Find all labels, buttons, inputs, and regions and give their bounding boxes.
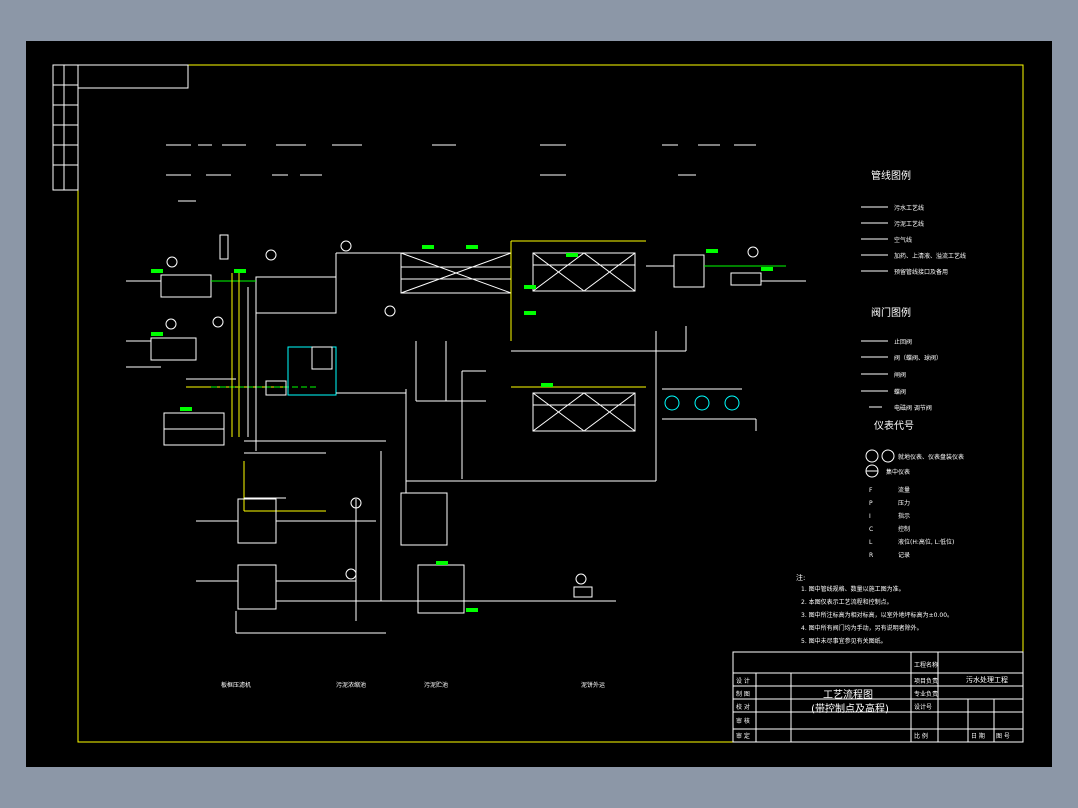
- svg-text:污泥浓缩池: 污泥浓缩池: [336, 681, 366, 689]
- binding-margin-box: [52, 64, 79, 191]
- svg-text:止回阀: 止回阀: [894, 338, 912, 346]
- svg-text:工程名称: 工程名称: [914, 661, 938, 669]
- svg-text:3. 图中所注标高为相对标高，以室外地坪标高为±0.00。: 3. 图中所注标高为相对标高，以室外地坪标高为±0.00。: [801, 611, 953, 619]
- clarifier: [673, 254, 705, 288]
- svg-text:R: R: [869, 552, 873, 559]
- svg-text:比 例: 比 例: [914, 732, 928, 740]
- drawing-title: 工艺流程图: [823, 688, 873, 701]
- svg-text:加药、上清液、溢流工艺线: 加药、上清液、溢流工艺线: [894, 252, 966, 260]
- filter-press-2: [237, 564, 277, 610]
- valve-legend-title: 阀门图例: [871, 306, 911, 319]
- tank-101: [160, 274, 212, 298]
- svg-text:F: F: [869, 487, 873, 494]
- corner-label-box: [77, 64, 189, 89]
- blower-3: [724, 395, 740, 411]
- top-equipment-labels: [166, 144, 756, 202]
- svg-text:1. 图中管线规格、数量以施工图为准。: 1. 图中管线规格、数量以施工图为准。: [801, 585, 905, 593]
- instrument-legend: 就地仪表、仪表盘装仪表 集中仪表 F 流量 P 压力 I 指示 C 控制 L 液…: [865, 449, 964, 559]
- svg-text:审 核: 审 核: [736, 717, 750, 725]
- svg-text:图 号: 图 号: [996, 733, 1010, 740]
- svg-text:电磁阀 调节阀: 电磁阀 调节阀: [894, 404, 932, 412]
- svg-text:记录: 记录: [898, 551, 910, 559]
- svg-text:日 期: 日 期: [971, 732, 985, 740]
- svg-text:空气线: 空气线: [894, 236, 912, 244]
- svg-text:制 图: 制 图: [736, 690, 750, 698]
- svg-text:板框压滤机: 板框压滤机: [221, 681, 251, 689]
- svg-text:指示: 指示: [898, 512, 910, 520]
- valve-legend: 止回阀 阀（蝶阀、球阀） 闸阀 蝶阀 电磁阀 调节阀: [861, 338, 942, 412]
- instrument-legend-title: 仪表代号: [874, 419, 914, 432]
- svg-text:就地仪表、仪表盘装仪表: 就地仪表、仪表盘装仪表: [898, 453, 964, 461]
- svg-text:设 计: 设 计: [736, 677, 750, 685]
- svg-text:闸阀: 闸阀: [894, 371, 906, 379]
- svg-text:控制: 控制: [898, 525, 910, 533]
- svg-text:泥饼外运: 泥饼外运: [581, 681, 605, 689]
- sludge-storage: [417, 564, 465, 614]
- svg-text:污水处理工程: 污水处理工程: [966, 675, 1008, 684]
- svg-text:专业负责: 专业负责: [914, 690, 938, 698]
- svg-text:4. 图中所有阀门均为手动，另有说明者除外。: 4. 图中所有阀门均为手动，另有说明者除外。: [801, 624, 923, 632]
- svg-text:污水工艺线: 污水工艺线: [894, 204, 924, 212]
- upper-bioreactor: [532, 252, 636, 292]
- svg-text:集中仪表: 集中仪表: [886, 468, 910, 476]
- svg-text:2. 本图仅表示工艺流程和控制点。: 2. 本图仅表示工艺流程和控制点。: [801, 598, 893, 606]
- svg-text:液位(H:高位, L:低位): 液位(H:高位, L:低位): [898, 538, 954, 546]
- svg-text:审 定: 审 定: [736, 732, 750, 740]
- sludge-thickener: [400, 492, 448, 546]
- svg-text:预留管线接口及备用: 预留管线接口及备用: [894, 268, 948, 276]
- effluent-tank: [730, 272, 762, 286]
- svg-text:阀（蝶阀、球阀）: 阀（蝶阀、球阀）: [894, 354, 942, 362]
- pipe-legend-title: 管线图例: [871, 169, 911, 182]
- title-block: 工程名称 污水处理工程 设 计 制 图 校 对 审 核 审 定 项目负责 专业负…: [732, 651, 1024, 743]
- regulating-tank: [255, 276, 337, 314]
- svg-text:污泥工艺线: 污泥工艺线: [894, 220, 924, 228]
- svg-text:设计号: 设计号: [914, 703, 932, 711]
- svg-text:项目负责: 项目负责: [914, 677, 938, 685]
- svg-text:P: P: [869, 500, 873, 507]
- dosing-vessel: [219, 234, 229, 260]
- blower-1: [664, 395, 680, 411]
- svg-text:C: C: [869, 526, 873, 533]
- pipe-legend: 污水工艺线 污泥工艺线 空气线 加药、上清液、溢流工艺线 预留管线接口及备用: [861, 204, 966, 276]
- svg-text:流量: 流量: [898, 486, 910, 494]
- drawing-subtitle: (带控制点及高程): [811, 702, 889, 715]
- svg-text:校 对: 校 对: [736, 703, 750, 711]
- svg-text:压力: 压力: [898, 499, 910, 507]
- blower-2: [694, 395, 710, 411]
- svg-text:L: L: [869, 539, 873, 546]
- svg-text:污泥贮池: 污泥贮池: [424, 681, 448, 689]
- svg-text:I: I: [869, 513, 871, 520]
- cad-drawing-viewport: 管线图例 污水工艺线 污泥工艺线 空气线 加药、上清液、溢流工艺线 预留管线接口…: [26, 41, 1052, 767]
- process-flow-diagram: 管线图例 污水工艺线 污泥工艺线 空气线 加药、上清液、溢流工艺线 预留管线接口…: [52, 64, 1024, 743]
- bottom-labels: 板框压滤机 污泥浓缩池 污泥贮池 泥饼外运: [221, 681, 605, 689]
- general-notes: 注: 1. 图中管线规格、数量以施工图为准。 2. 本图仅表示工艺流程和控制点。…: [796, 573, 953, 645]
- svg-text:5. 图中未尽事宜参见有关图纸。: 5. 图中未尽事宜参见有关图纸。: [801, 637, 887, 645]
- tank-102: [150, 337, 197, 361]
- lower-bioreactor: [532, 392, 636, 432]
- svg-text:蝶阀: 蝶阀: [894, 388, 906, 396]
- cake-hopper: [573, 586, 593, 598]
- svg-text:注:: 注:: [796, 573, 805, 582]
